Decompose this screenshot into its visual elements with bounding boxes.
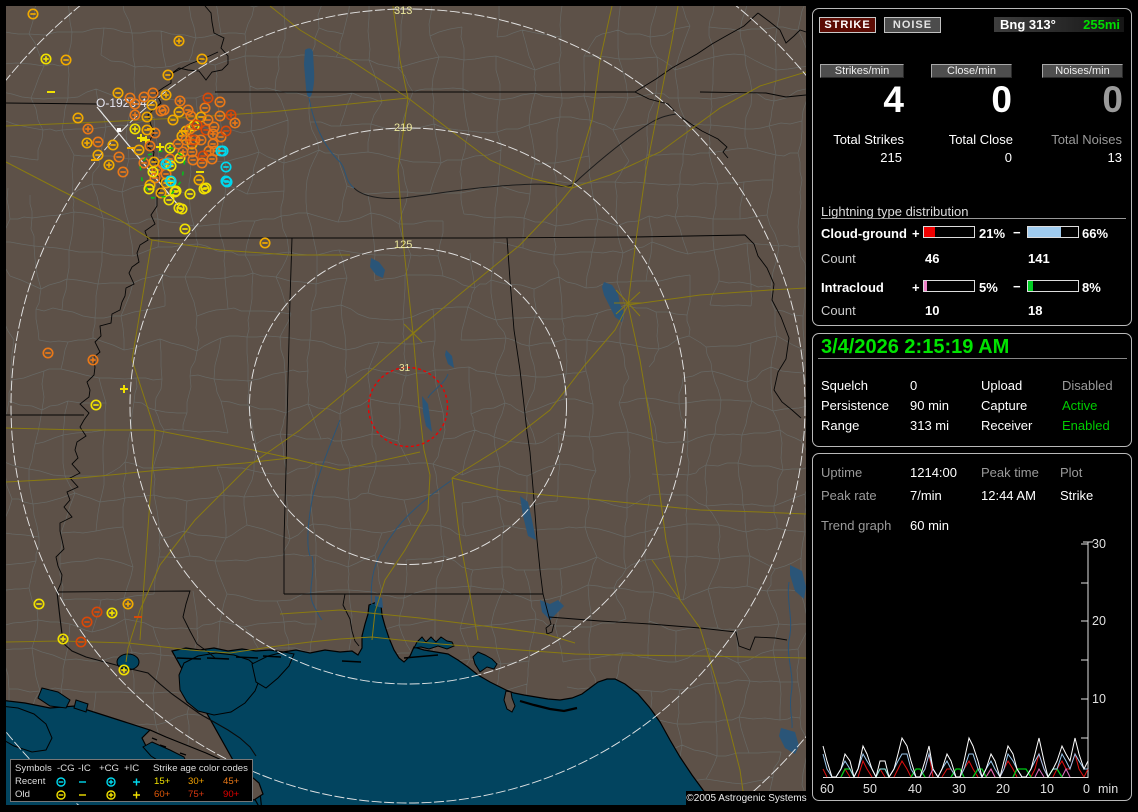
svg-text:30: 30 [1092,537,1106,551]
svg-text:10: 10 [1092,692,1106,706]
svg-text:min: min [1098,782,1118,796]
svg-text:60: 60 [820,782,834,796]
svg-text:31: 31 [399,363,411,374]
svg-text:219: 219 [394,122,412,134]
svg-text:125: 125 [394,239,412,251]
svg-text:20: 20 [996,782,1010,796]
svg-text:50: 50 [863,782,877,796]
svg-text:313: 313 [394,6,412,17]
svg-text:10: 10 [1040,782,1054,796]
svg-text:20: 20 [1092,614,1106,628]
svg-text:40: 40 [908,782,922,796]
svg-text:0: 0 [1083,782,1090,796]
svg-text:30: 30 [952,782,966,796]
